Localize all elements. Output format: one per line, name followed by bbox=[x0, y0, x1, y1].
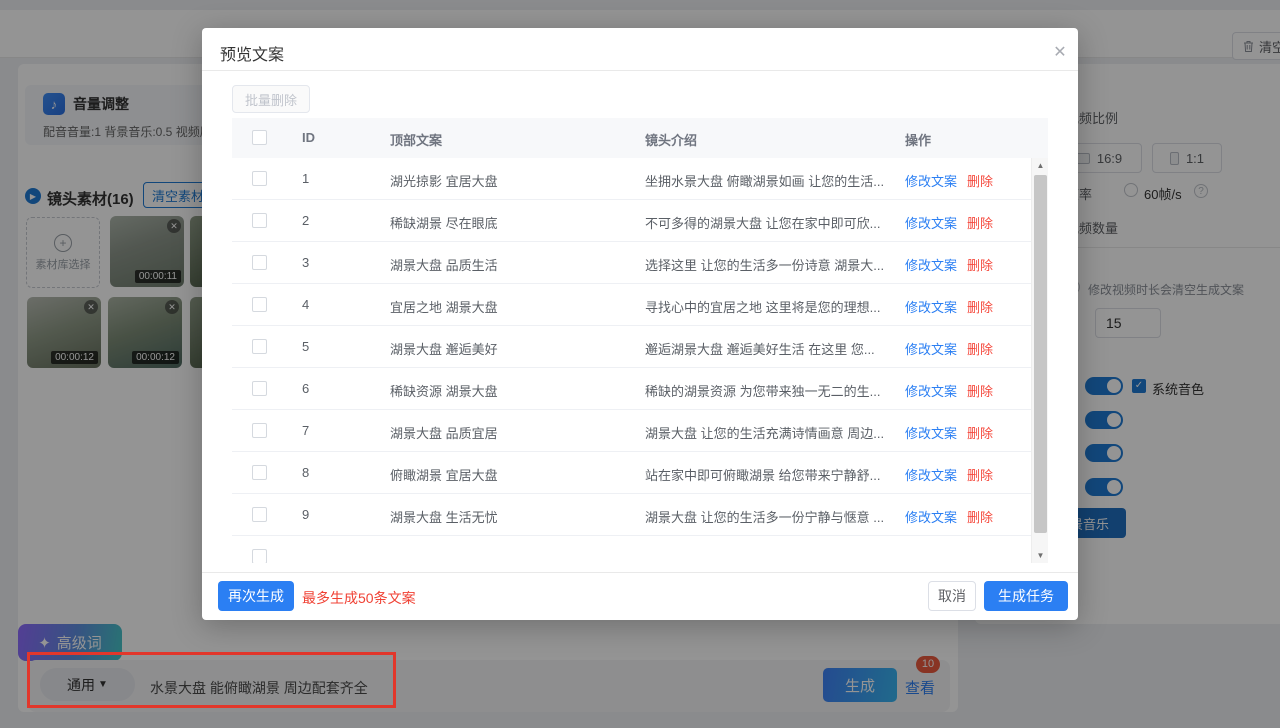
edit-copy-link[interactable]: 修改文案 bbox=[905, 174, 957, 189]
row-checkbox[interactable] bbox=[252, 339, 267, 354]
cancel-button[interactable]: 取消 bbox=[928, 581, 976, 611]
table-scrollbar[interactable]: ▲ ▼ bbox=[1031, 158, 1048, 563]
cell-top-copy: 湖景大盘 品质宜居 bbox=[390, 423, 498, 442]
table-row: 5 湖景大盘 邂逅美好 邂逅湖景大盘 邂逅美好生活 在这里 您... 修改文案删… bbox=[232, 326, 1031, 368]
col-top-copy: 顶部文案 bbox=[390, 130, 442, 149]
delete-link[interactable]: 删除 bbox=[967, 510, 993, 525]
cell-shot-intro: 选择这里 让您的生活多一份诗意 湖景大... bbox=[645, 255, 884, 274]
cell-id: 1 bbox=[302, 171, 309, 186]
cell-top-copy: 宜居之地 湖景大盘 bbox=[390, 297, 498, 316]
table-row: 3 湖景大盘 品质生活 选择这里 让您的生活多一份诗意 湖景大... 修改文案删… bbox=[232, 242, 1031, 284]
row-checkbox[interactable] bbox=[252, 171, 267, 186]
table-row: 1 湖光掠影 宜居大盘 坐拥水景大盘 俯瞰湖景如画 让您的生活... 修改文案删… bbox=[232, 158, 1031, 200]
row-checkbox[interactable] bbox=[252, 549, 267, 563]
row-checkbox[interactable] bbox=[252, 297, 267, 312]
edit-copy-link[interactable]: 修改文案 bbox=[905, 384, 957, 399]
delete-link[interactable]: 删除 bbox=[967, 216, 993, 231]
cell-shot-intro: 湖景大盘 让您的生活多一份宁静与惬意 ... bbox=[645, 507, 884, 526]
annotation-highlight-rect bbox=[27, 652, 396, 708]
modal-title: 预览文案 bbox=[220, 41, 284, 65]
cell-top-copy: 湖景大盘 生活无忧 bbox=[390, 507, 498, 526]
delete-link[interactable]: 删除 bbox=[967, 426, 993, 441]
cell-id: 7 bbox=[302, 423, 309, 438]
cell-shot-intro: 站在家中即可俯瞰湖景 给您带来宁静舒... bbox=[645, 465, 880, 484]
max-copies-hint: 最多生成50条文案 bbox=[302, 588, 416, 608]
close-icon[interactable]: ✕ bbox=[1050, 42, 1070, 62]
scroll-up-icon[interactable]: ▲ bbox=[1032, 158, 1048, 173]
edit-copy-link[interactable]: 修改文案 bbox=[905, 342, 957, 357]
edit-copy-link[interactable]: 修改文案 bbox=[905, 510, 957, 525]
table-row: 6 稀缺资源 湖景大盘 稀缺的湖景资源 为您带来独一无二的生... 修改文案删除 bbox=[232, 368, 1031, 410]
delete-link[interactable]: 删除 bbox=[967, 468, 993, 483]
cell-shot-intro: 寻找心中的宜居之地 这里将是您的理想... bbox=[645, 297, 880, 316]
delete-link[interactable]: 删除 bbox=[967, 258, 993, 273]
cell-top-copy: 稀缺资源 湖景大盘 bbox=[390, 381, 498, 400]
delete-link[interactable]: 删除 bbox=[967, 174, 993, 189]
delete-link[interactable]: 删除 bbox=[967, 342, 993, 357]
table-row: 7 湖景大盘 品质宜居 湖景大盘 让您的生活充满诗情画意 周边... 修改文案删… bbox=[232, 410, 1031, 452]
row-checkbox[interactable] bbox=[252, 423, 267, 438]
edit-copy-link[interactable]: 修改文案 bbox=[905, 258, 957, 273]
cell-id: 4 bbox=[302, 297, 309, 312]
divider bbox=[202, 572, 1078, 573]
cell-id: 6 bbox=[302, 381, 309, 396]
cell-top-copy: 湖景大盘 品质生活 bbox=[390, 255, 498, 274]
row-checkbox[interactable] bbox=[252, 465, 267, 480]
preview-copy-modal: 预览文案 ✕ 批量删除 ID 顶部文案 镜头介绍 操作 1 湖光掠影 宜居大盘 … bbox=[202, 28, 1078, 620]
batch-delete-button[interactable]: 批量删除 bbox=[232, 85, 310, 113]
edit-copy-link[interactable]: 修改文案 bbox=[905, 468, 957, 483]
select-all-checkbox[interactable] bbox=[252, 130, 267, 145]
edit-copy-link[interactable]: 修改文案 bbox=[905, 426, 957, 441]
table-body: 1 湖光掠影 宜居大盘 坐拥水景大盘 俯瞰湖景如画 让您的生活... 修改文案删… bbox=[232, 158, 1048, 563]
cell-shot-intro: 坐拥水景大盘 俯瞰湖景如画 让您的生活... bbox=[645, 171, 884, 190]
cell-id: 9 bbox=[302, 507, 309, 522]
cell-shot-intro: 湖景大盘 让您的生活充满诗情画意 周边... bbox=[645, 423, 884, 442]
row-checkbox[interactable] bbox=[252, 507, 267, 522]
col-id: ID bbox=[302, 130, 315, 145]
cell-id: 2 bbox=[302, 213, 309, 228]
table-row-partial bbox=[232, 536, 1031, 563]
scroll-down-icon[interactable]: ▼ bbox=[1032, 548, 1048, 563]
scrollbar-thumb[interactable] bbox=[1034, 175, 1047, 533]
table-row: 4 宜居之地 湖景大盘 寻找心中的宜居之地 这里将是您的理想... 修改文案删除 bbox=[232, 284, 1031, 326]
table-row: 9 湖景大盘 生活无忧 湖景大盘 让您的生活多一份宁静与惬意 ... 修改文案删… bbox=[232, 494, 1031, 536]
cell-id: 3 bbox=[302, 255, 309, 270]
table-row: 8 俯瞰湖景 宜居大盘 站在家中即可俯瞰湖景 给您带来宁静舒... 修改文案删除 bbox=[232, 452, 1031, 494]
table-row: 2 稀缺湖景 尽在眼底 不可多得的湖景大盘 让您在家中即可欣... 修改文案删除 bbox=[232, 200, 1031, 242]
delete-link[interactable]: 删除 bbox=[967, 300, 993, 315]
cell-top-copy: 俯瞰湖景 宜居大盘 bbox=[390, 465, 498, 484]
table-header: ID 顶部文案 镜头介绍 操作 bbox=[232, 118, 1048, 158]
col-actions: 操作 bbox=[905, 130, 931, 149]
cell-shot-intro: 邂逅湖景大盘 邂逅美好生活 在这里 您... bbox=[645, 339, 875, 358]
edit-copy-link[interactable]: 修改文案 bbox=[905, 216, 957, 231]
row-checkbox[interactable] bbox=[252, 213, 267, 228]
row-checkbox[interactable] bbox=[252, 381, 267, 396]
cell-shot-intro: 不可多得的湖景大盘 让您在家中即可欣... bbox=[645, 213, 880, 232]
app-root: 清空 ♪音量调整 配音音量:1 背景音乐:0.5 视频原声: ▶ 镜头素材(16… bbox=[0, 0, 1280, 728]
col-shot-intro: 镜头介绍 bbox=[645, 130, 697, 149]
cell-id: 5 bbox=[302, 339, 309, 354]
regenerate-button[interactable]: 再次生成 bbox=[218, 581, 294, 611]
cell-shot-intro: 稀缺的湖景资源 为您带来独一无二的生... bbox=[645, 381, 880, 400]
cell-top-copy: 湖景大盘 邂逅美好 bbox=[390, 339, 498, 358]
divider bbox=[202, 70, 1078, 71]
row-checkbox[interactable] bbox=[252, 255, 267, 270]
edit-copy-link[interactable]: 修改文案 bbox=[905, 300, 957, 315]
cell-top-copy: 稀缺湖景 尽在眼底 bbox=[390, 213, 498, 232]
cell-top-copy: 湖光掠影 宜居大盘 bbox=[390, 171, 498, 190]
delete-link[interactable]: 删除 bbox=[967, 384, 993, 399]
generate-task-button[interactable]: 生成任务 bbox=[984, 581, 1068, 611]
cell-id: 8 bbox=[302, 465, 309, 480]
